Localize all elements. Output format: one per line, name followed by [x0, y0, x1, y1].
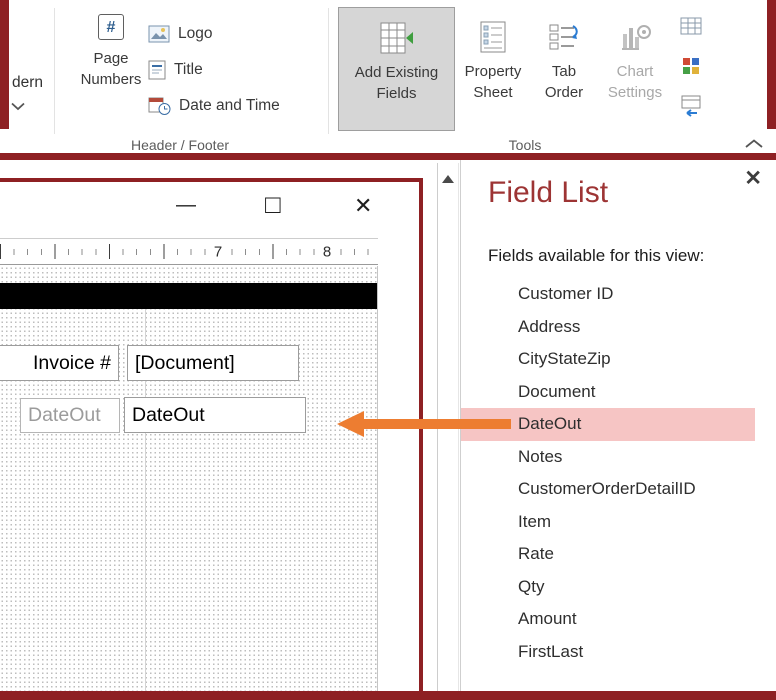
convert-macros-icon	[679, 94, 703, 118]
page-numbers-icon: #	[98, 14, 124, 40]
title-button[interactable]: Title	[148, 58, 203, 82]
field-list-items: Customer ID Address CityStateZip Documen…	[461, 278, 776, 668]
tab-order-label: Tab Order	[534, 61, 594, 103]
group-separator	[54, 8, 55, 134]
add-existing-fields-icon	[379, 22, 415, 54]
field-list-item-customerorderdetailid[interactable]: CustomerOrderDetailID	[461, 473, 755, 506]
view-code-icon	[679, 54, 703, 78]
tools-group-label: Tools	[405, 137, 645, 153]
date-and-time-label: Date and Time	[179, 97, 280, 115]
gallery-dropdown-chevron-icon[interactable]	[10, 102, 26, 111]
title-label: Title	[174, 61, 203, 79]
title-icon	[148, 60, 166, 80]
view-code-button[interactable]	[676, 50, 706, 82]
design-grid-canvas[interactable]: Invoice # [Document] DateOut DateOut	[0, 266, 378, 691]
date-and-time-icon	[148, 96, 171, 116]
frame-border-bottom	[0, 691, 776, 700]
group-separator	[328, 8, 329, 134]
add-existing-fields-button[interactable]: Add Existing Fields	[338, 7, 455, 131]
logo-icon	[148, 25, 170, 43]
field-list-item-qty[interactable]: Qty	[461, 571, 755, 604]
document-field-control[interactable]: [Document]	[127, 345, 299, 381]
field-list-item-customer-id[interactable]: Customer ID	[461, 278, 755, 311]
field-list-item-rate[interactable]: Rate	[461, 538, 755, 571]
scroll-up-arrow-icon[interactable]	[442, 175, 454, 183]
window-title-bar: — □ ✕	[0, 182, 419, 234]
field-list-item-item[interactable]: Item	[461, 506, 755, 539]
page-numbers-button[interactable]: # Page Numbers	[80, 0, 142, 130]
hash-glyph: #	[107, 17, 116, 38]
dateout-field-control[interactable]: DateOut	[124, 397, 306, 433]
close-window-icon[interactable]: ✕	[354, 193, 372, 219]
chart-settings-button: Chart Settings	[597, 7, 673, 131]
screenshot-root: dern # Page Numbers Logo	[0, 0, 776, 700]
invoice-label-control[interactable]: Invoice #	[0, 345, 119, 381]
field-list-item-firstlast[interactable]: FirstLast	[461, 636, 755, 669]
annotation-arrow-icon	[337, 407, 511, 441]
ruler-number-7: 7	[210, 243, 226, 260]
chart-settings-label: Chart Settings	[597, 61, 673, 103]
chart-settings-icon	[619, 21, 651, 53]
field-list-item-address[interactable]: Address	[461, 311, 755, 344]
subform-grid-icon	[679, 15, 703, 37]
date-and-time-button[interactable]: Date and Time	[148, 94, 280, 118]
field-list-item-notes[interactable]: Notes	[461, 441, 755, 474]
header-footer-group-label: Header / Footer	[60, 137, 300, 153]
close-pane-icon[interactable]: ✕	[744, 166, 762, 191]
subform-in-new-window-button[interactable]	[676, 10, 706, 42]
modern-chart-button-partial[interactable]: dern	[12, 74, 43, 92]
frame-border-middle	[0, 153, 776, 160]
dateout-label-control[interactable]: DateOut	[20, 398, 120, 433]
ruler-number-8: 8	[319, 243, 335, 260]
minimize-icon[interactable]: —	[176, 194, 196, 217]
property-sheet-button[interactable]: Property Sheet	[457, 7, 529, 131]
field-list-item-amount[interactable]: Amount	[461, 603, 755, 636]
logo-button[interactable]: Logo	[148, 22, 212, 46]
maximize-icon[interactable]: □	[265, 189, 281, 220]
tab-order-icon	[549, 21, 579, 53]
page-numbers-label: Page Numbers	[80, 48, 142, 90]
logo-label: Logo	[178, 25, 212, 43]
property-sheet-label: Property Sheet	[457, 61, 529, 103]
collapse-ribbon-chevron-icon[interactable]	[745, 139, 763, 149]
horizontal-ruler: 7 8	[0, 238, 378, 265]
convert-macros-button[interactable]	[676, 90, 706, 122]
field-list-title: Field List	[488, 176, 608, 210]
field-list-subtitle: Fields available for this view:	[488, 246, 704, 266]
section-divider-bar	[0, 283, 377, 309]
ribbon: dern # Page Numbers Logo	[0, 0, 776, 153]
property-sheet-icon	[480, 21, 506, 53]
field-list-item-document[interactable]: Document	[461, 376, 755, 409]
field-list-item-citystatezip[interactable]: CityStateZip	[461, 343, 755, 376]
add-existing-fields-label: Add Existing Fields	[339, 62, 454, 104]
tab-order-button[interactable]: Tab Order	[534, 7, 594, 131]
